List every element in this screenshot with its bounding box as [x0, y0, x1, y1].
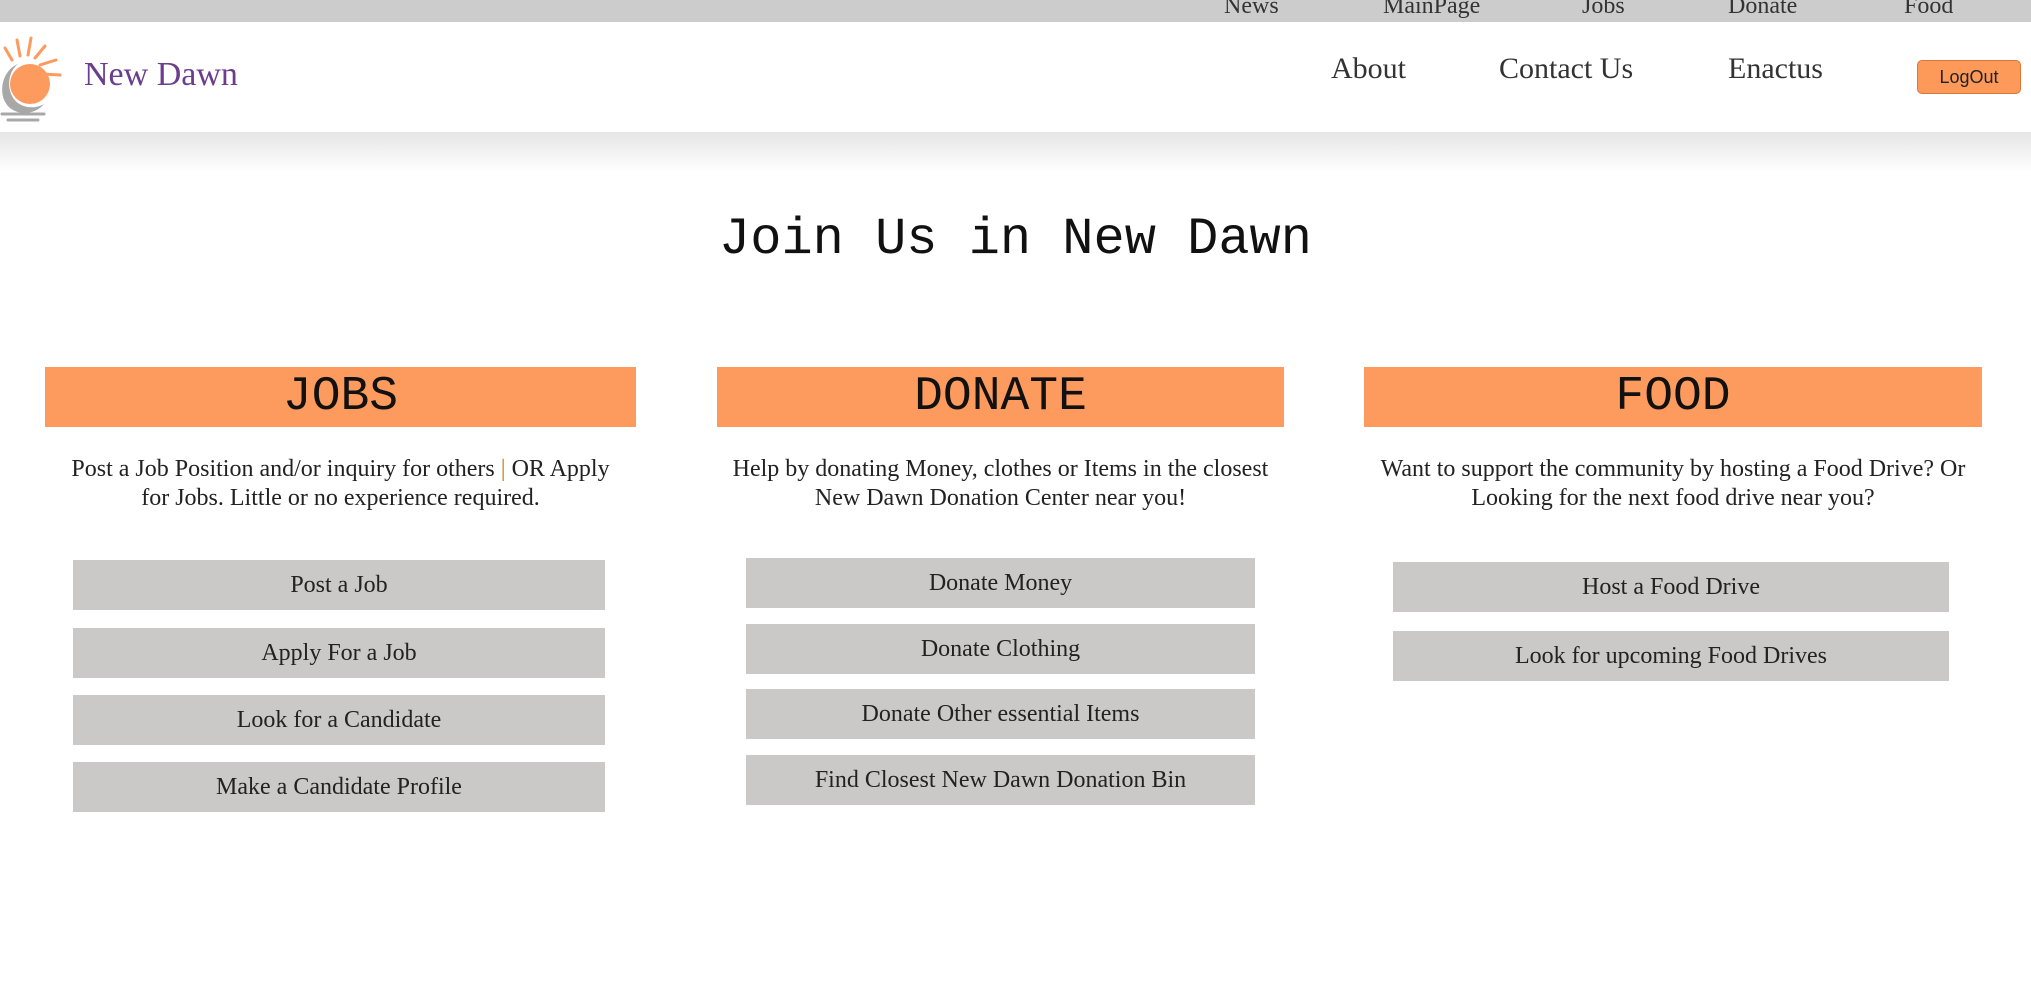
- apply-for-a-job-button[interactable]: Apply For a Job: [73, 628, 605, 678]
- find-donation-bin-button[interactable]: Find Closest New Dawn Donation Bin: [746, 755, 1255, 805]
- header-shadow: [0, 132, 2031, 172]
- food-heading: FOOD: [1364, 367, 1982, 427]
- top-nav-donate[interactable]: Donate: [1728, 0, 1797, 20]
- donate-money-button[interactable]: Donate Money: [746, 558, 1255, 608]
- donate-heading: DONATE: [717, 367, 1284, 427]
- brand-name[interactable]: New Dawn: [84, 56, 238, 94]
- host-a-food-drive-button[interactable]: Host a Food Drive: [1393, 562, 1949, 612]
- sun-logo-icon[interactable]: [0, 34, 64, 126]
- donate-description: Help by donating Money, clothes or Items…: [732, 456, 1269, 511]
- jobs-description-separator: |: [500, 456, 506, 482]
- make-a-candidate-profile-button[interactable]: Make a Candidate Profile: [73, 762, 605, 812]
- look-for-a-candidate-button[interactable]: Look for a Candidate: [73, 695, 605, 745]
- nav-enactus[interactable]: Enactus: [1728, 52, 1823, 86]
- food-description: Want to support the community by hosting…: [1380, 456, 1966, 511]
- top-nav-food[interactable]: Food: [1904, 0, 1953, 20]
- top-nav-jobs[interactable]: Jobs: [1582, 0, 1625, 20]
- look-for-food-drives-button[interactable]: Look for upcoming Food Drives: [1393, 631, 1949, 681]
- jobs-description-part1: Post a Job Position and/or inquiry for o…: [71, 456, 495, 482]
- top-nav-news[interactable]: News: [1224, 0, 1279, 20]
- top-nav-bar: News MainPage Jobs Donate Food: [0, 0, 2031, 22]
- nav-about[interactable]: About: [1331, 52, 1406, 86]
- donate-clothing-button[interactable]: Donate Clothing: [746, 624, 1255, 674]
- jobs-description: Post a Job Position and/or inquiry for o…: [55, 455, 626, 513]
- donate-other-items-button[interactable]: Donate Other essential Items: [746, 689, 1255, 739]
- post-a-job-button[interactable]: Post a Job: [73, 560, 605, 610]
- nav-contact-us[interactable]: Contact Us: [1499, 52, 1633, 86]
- logout-button[interactable]: LogOut: [1917, 60, 2021, 94]
- jobs-heading: JOBS: [45, 367, 636, 427]
- top-nav-mainpage[interactable]: MainPage: [1383, 0, 1480, 20]
- site-header: New Dawn About Contact Us Enactus LogOut: [0, 22, 2031, 132]
- page-title: Join Us in New Dawn: [719, 210, 1312, 269]
